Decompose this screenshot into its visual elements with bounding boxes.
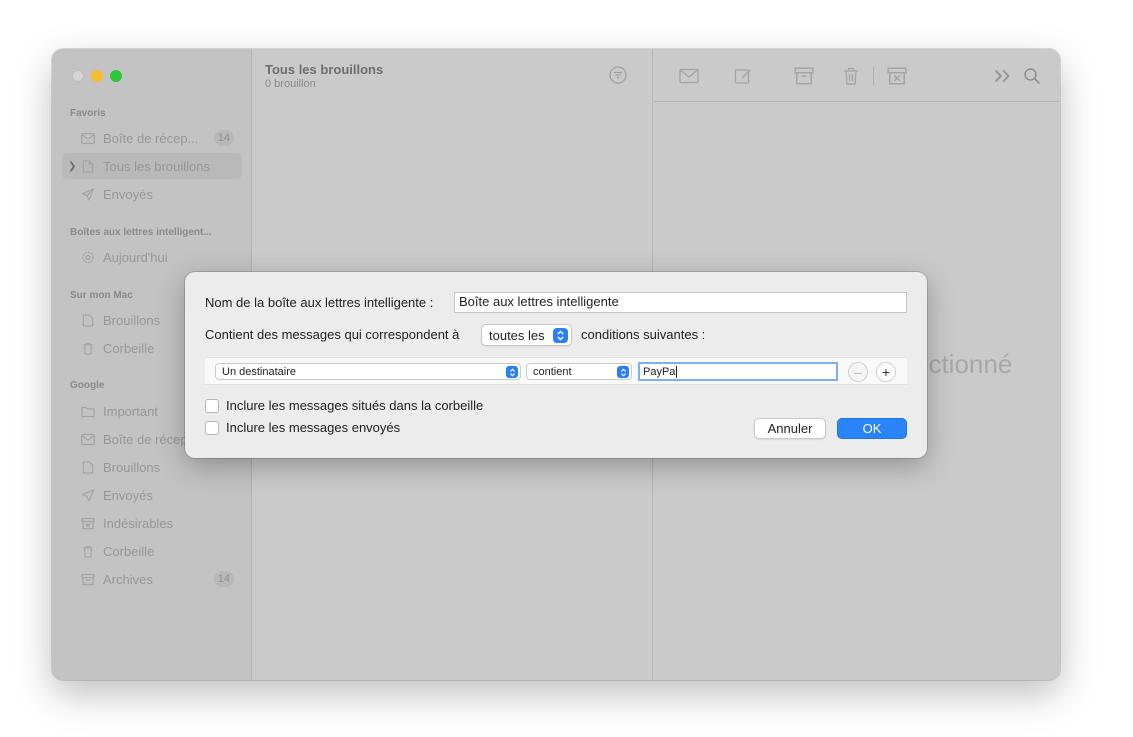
close-window-button[interactable]: [72, 70, 84, 82]
match-mode-popup[interactable]: toutes les: [481, 324, 572, 346]
criterion-value-text: PayPa: [643, 365, 676, 378]
popup-stepper-icon: [553, 328, 568, 343]
trash-icon[interactable]: [840, 65, 862, 87]
unread-count-badge: 14: [213, 130, 234, 146]
document-icon: [80, 460, 95, 474]
folder-icon: [80, 404, 95, 418]
archive-icon: [80, 572, 95, 586]
new-message-icon[interactable]: [678, 65, 700, 87]
google-header: Google: [70, 380, 105, 391]
sidebar-item-label: Brouillons: [103, 312, 161, 328]
remove-criterion-button[interactable]: –: [848, 362, 868, 382]
condition-prefix-label: Contient des messages qui correspondent …: [205, 327, 460, 342]
sidebar-item-label: Envoyés: [103, 186, 153, 202]
popup-stepper-icon: [617, 366, 629, 378]
sidebar-item-google-sent[interactable]: Envoyés: [62, 482, 242, 508]
minimize-window-button[interactable]: [91, 70, 103, 82]
more-chevrons-icon[interactable]: [991, 65, 1013, 87]
paperplane-icon: [80, 488, 95, 502]
sidebar-item-label: Corbeille: [103, 543, 155, 559]
criterion-field-value: Un destinataire: [222, 365, 296, 378]
mailbox-name-label: Nom de la boîte aux lettres intelligente…: [205, 295, 434, 310]
favorites-header: Favoris: [70, 108, 106, 119]
mailbox-title: Tous les brouillons: [265, 62, 384, 77]
document-icon: [80, 159, 95, 173]
text-caret: [676, 365, 678, 378]
popup-stepper-icon: [506, 366, 518, 378]
sidebar-item-inbox[interactable]: Boîte de récep... 14: [62, 125, 242, 151]
gear-icon: [80, 250, 95, 264]
sidebar-item-google-trash[interactable]: Corbeille: [62, 538, 242, 564]
trash-icon: [80, 544, 95, 558]
compose-icon[interactable]: [732, 65, 754, 87]
ok-button[interactable]: OK: [837, 418, 907, 439]
add-criterion-button[interactable]: +: [876, 362, 896, 382]
toolbar-divider: [873, 67, 874, 85]
condition-suffix-label: conditions suivantes :: [581, 327, 706, 342]
envelope-icon: [80, 131, 95, 145]
sidebar-item-google-junk[interactable]: Indésirables: [62, 510, 242, 536]
trash-icon: [80, 341, 95, 355]
mailbox-name-input[interactable]: Boîte aux lettres intelligente: [454, 292, 907, 313]
sidebar-item-today[interactable]: Aujourd'hui: [62, 244, 242, 270]
criterion-field-select[interactable]: Un destinataire: [215, 363, 521, 380]
filter-icon[interactable]: [609, 66, 627, 84]
sidebar-item-label: Important: [103, 403, 158, 419]
sidebar-item-label: Boîte de récep...: [103, 130, 199, 146]
sidebar-item-all-drafts[interactable]: ❯ Tous les brouillons: [62, 153, 242, 179]
sidebar-item-label: Archives: [103, 571, 153, 587]
archive-icon[interactable]: [793, 65, 815, 87]
on-my-mac-header: Sur mon Mac: [70, 290, 133, 301]
include-sent-label: Inclure les messages envoyés: [226, 420, 401, 435]
sidebar-item-sent[interactable]: Envoyés: [62, 181, 242, 207]
unread-count-badge: 14: [213, 571, 234, 587]
criterion-row: Un destinataire contient PayPa – +: [205, 357, 907, 385]
include-trash-checkbox[interactable]: Inclure les messages situés dans la corb…: [205, 398, 483, 413]
document-icon: [80, 313, 95, 327]
no-selection-message: ectionné: [914, 349, 1013, 379]
sidebar-item-label: Envoyés: [103, 487, 153, 503]
include-sent-checkbox[interactable]: Inclure les messages envoyés: [205, 420, 400, 435]
checkbox-box[interactable]: [205, 420, 219, 435]
window-controls: [72, 70, 122, 82]
smart-mailboxes-header: Boîtes aux lettres intelligent...: [70, 227, 212, 238]
smart-mailbox-dialog: Nom de la boîte aux lettres intelligente…: [185, 272, 927, 458]
sidebar-item-label: Brouillons: [103, 459, 161, 475]
criterion-value-input[interactable]: PayPa: [638, 362, 838, 381]
envelope-icon: [80, 432, 95, 446]
criterion-operator-select[interactable]: contient: [526, 363, 632, 380]
sidebar-item-label: Indésirables: [103, 515, 174, 531]
toolbar: [654, 49, 1060, 102]
match-mode-value: toutes les: [489, 327, 545, 343]
sidebar-item-label: Corbeille: [103, 340, 155, 356]
include-trash-label: Inclure les messages situés dans la corb…: [226, 398, 484, 413]
zoom-window-button[interactable]: [110, 70, 122, 82]
criterion-operator-value: contient: [533, 365, 572, 378]
chevron-right-icon[interactable]: ❯: [68, 161, 76, 172]
sidebar-item-label: Tous les brouillons: [103, 158, 210, 174]
sidebar-item-label: Boîte de récep: [103, 431, 188, 447]
sidebar-item-google-archives[interactable]: Archives 14: [62, 566, 242, 592]
checkbox-box[interactable]: [205, 398, 219, 413]
junk-icon[interactable]: [886, 65, 908, 87]
mailbox-count: 0 brouillon: [265, 78, 316, 90]
junk-icon: [80, 516, 95, 530]
search-icon[interactable]: [1021, 65, 1043, 87]
sidebar-item-label: Aujourd'hui: [103, 249, 168, 265]
cancel-button[interactable]: Annuler: [754, 418, 826, 439]
paperplane-icon: [80, 187, 95, 201]
